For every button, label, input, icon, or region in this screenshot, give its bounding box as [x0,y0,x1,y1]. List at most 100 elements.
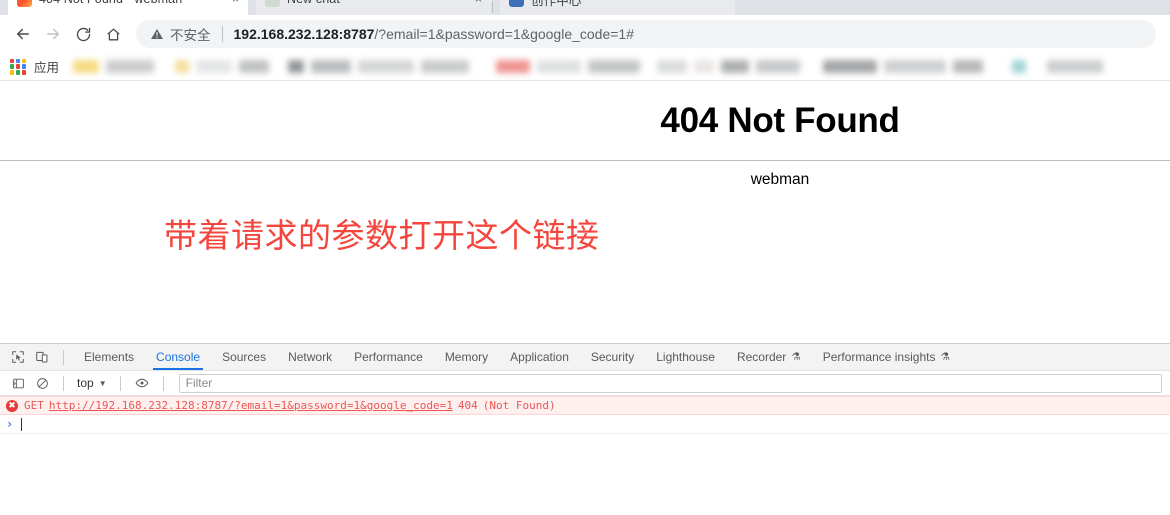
server-signature: webman [750,171,810,188]
bookmark-item[interactable] [196,60,233,73]
request-url-link[interactable]: http://192.168.232.128:8787/?email=1&pas… [49,399,453,412]
bookmark-item[interactable] [288,60,305,73]
tab-performance-insights[interactable]: Performance insights ⚗ [812,344,961,370]
console-message-list: ✖ GET http://192.168.232.128:8787/?email… [0,396,1170,515]
warning-triangle-icon [151,28,163,40]
tab-title: 创作中心 [531,0,582,8]
bookmark-item[interactable] [73,60,100,73]
tab-label: Security [590,350,635,364]
browser-toolbar: 不安全 192.168.232.128:8787/?email=1&passwo… [0,15,1170,53]
tab-strip: 404 Not Found - webman × New chat × 创作中心 [0,0,1170,15]
browser-window: 404 Not Found - webman × New chat × 创作中心 [0,0,1170,515]
status-code: 404 [457,399,478,412]
tab-network[interactable]: Network [277,344,343,370]
execution-context-label: top [77,376,94,390]
close-icon[interactable]: × [232,0,239,6]
tab-404-not-found[interactable]: 404 Not Found - webman × [8,0,248,15]
bookmark-item[interactable] [496,60,531,73]
bookmark-item[interactable] [694,60,715,73]
reload-icon[interactable] [68,19,98,49]
bookmark-item[interactable] [537,60,582,73]
tab-label: Sources [222,350,267,364]
home-icon[interactable] [98,19,128,49]
bookmark-item[interactable] [588,60,641,73]
request-method: GET [24,399,44,412]
bookmark-item[interactable] [239,60,270,73]
blue-app-icon [509,0,524,7]
annotation-text: 带着请求的参数打开这个链接 [164,216,600,255]
tab-third[interactable]: 创作中心 [500,0,735,15]
omnibox-divider [221,26,223,42]
bookmark-item[interactable] [1047,60,1104,73]
page-divider [0,160,1170,161]
clear-console-icon[interactable] [30,372,54,394]
webman-flame-icon [17,0,32,7]
prompt-arrow-icon: › [6,417,14,431]
tab-label: Application [510,350,569,364]
tab-label: Recorder [736,350,787,364]
bookmark-item[interactable] [756,60,801,73]
tab-label: Lighthouse [656,350,715,364]
bookmark-item[interactable] [657,60,688,73]
tab-label: Performance [354,350,423,364]
apps-label[interactable]: 应用 [34,57,59,76]
bookmark-item[interactable] [311,60,352,73]
console-toolbar: top ▼ Filter [0,371,1170,396]
tab-elements[interactable]: Elements [73,344,145,370]
page-content: 404 Not Found webman 带着请求的参数打开这个链接 [0,81,1170,343]
bookmark-item[interactable] [1012,60,1027,73]
apps-grid-icon[interactable] [10,58,26,75]
bookmark-item[interactable] [358,60,415,73]
page-title: 404 Not Found [660,101,900,140]
inspect-element-icon[interactable] [6,346,30,368]
bookmark-item[interactable] [106,60,155,73]
toolbar-divider [63,349,64,365]
bookmark-item[interactable] [823,60,878,73]
back-arrow-icon[interactable] [8,19,38,49]
bookmark-item[interactable] [953,60,984,73]
experiment-flask-icon: ⚗ [791,351,801,363]
bookmark-item[interactable] [175,60,190,73]
experiment-flask-icon: ⚗ [940,351,950,363]
status-reason: (Not Found) [482,399,556,412]
console-sidebar-icon[interactable] [6,372,30,394]
tab-recorder[interactable]: Recorder ⚗ [726,344,812,370]
tab-new-chat[interactable]: New chat × [256,0,491,15]
forward-arrow-icon[interactable] [38,19,68,49]
tab-label: Performance insights [822,350,936,364]
bookmark-item[interactable] [884,60,947,73]
execution-context-selector[interactable]: top ▼ [73,376,111,390]
tab-performance[interactable]: Performance [343,344,434,370]
toolbar-divider [119,375,121,391]
devtools-panel: Elements Console Sources Network Perform… [0,343,1170,515]
devtools-tabbar: Elements Console Sources Network Perform… [0,344,1170,371]
url-text: 192.168.232.128:8787/?email=1&password=1… [234,26,635,42]
device-toolbar-icon[interactable] [30,346,54,368]
tab-divider [492,2,493,13]
close-icon[interactable]: × [475,0,482,6]
filter-input[interactable]: Filter [178,373,1162,393]
console-input-row[interactable]: › [0,415,1170,434]
tab-console[interactable]: Console [145,344,211,370]
bookmark-item[interactable] [721,60,750,73]
address-bar[interactable]: 不安全 192.168.232.128:8787/?email=1&passwo… [136,20,1156,48]
tab-security[interactable]: Security [580,344,645,370]
tab-sources[interactable]: Sources [211,344,277,370]
tab-label: Network [288,350,333,364]
bookmark-item[interactable] [421,60,470,73]
tab-application[interactable]: Application [499,344,580,370]
live-expression-eye-icon[interactable] [130,372,154,394]
tab-memory[interactable]: Memory [434,344,499,370]
text-cursor [21,417,23,431]
security-label: 不安全 [170,28,211,43]
bookmarks-bar: 应用 [0,53,1170,81]
console-error-message[interactable]: ✖ GET http://192.168.232.128:8787/?email… [0,396,1170,415]
tab-lighthouse[interactable]: Lighthouse [645,344,726,370]
security-indicator[interactable]: 不安全 [150,24,211,44]
url-path: /?email=1&password=1&google_code=1# [374,26,635,42]
toolbar-divider [162,375,164,391]
tab-label: Elements [84,350,135,364]
error-icon: ✖ [6,399,18,412]
chevron-down-icon: ▼ [98,378,107,388]
tab-title: 404 Not Found - webman [39,0,182,6]
